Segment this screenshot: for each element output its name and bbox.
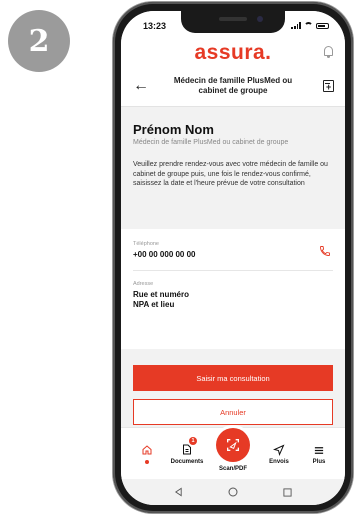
- bell-icon[interactable]: [324, 46, 333, 58]
- scan-fab[interactable]: [216, 428, 250, 462]
- scan-icon: [227, 439, 239, 451]
- step-number-badge: 2: [8, 10, 70, 72]
- provider-info: Prénom Nom Médecin de famille PlusMed ou…: [121, 108, 345, 229]
- tab-home[interactable]: [125, 442, 169, 464]
- scan-label: Scan/PDF: [218, 466, 248, 472]
- brand-bar: assura.: [121, 39, 345, 69]
- status-time: 13:23: [143, 21, 167, 31]
- instructions-text: Veuillez prendre rendez-vous avec votre …: [133, 161, 328, 187]
- tab-documents[interactable]: 1 Documents: [165, 437, 209, 465]
- provider-subtitle: Médecin de famille PlusMed ou cabinet de…: [133, 139, 289, 146]
- menu-icon: [314, 447, 324, 454]
- envois-label: Envois: [269, 459, 289, 465]
- address-line1: Rue et numéro: [133, 290, 190, 299]
- documents-badge: 1: [189, 437, 197, 445]
- home-icon: [142, 445, 152, 455]
- active-dot: [145, 460, 149, 464]
- address-label: Adresse: [133, 281, 154, 287]
- page-title: Médecin de famille PlusMed ou cabinet de…: [173, 76, 293, 95]
- assura-logo: assura.: [194, 41, 272, 64]
- signal-icon: [291, 22, 301, 29]
- nav-home-icon[interactable]: [228, 487, 238, 497]
- documents-label: Documents: [170, 459, 204, 465]
- plus-label: Plus: [312, 459, 326, 465]
- notch: [181, 11, 285, 33]
- address-row: Adresse Rue et numéro NPA et lieu: [133, 271, 333, 310]
- nav-back-icon[interactable]: [174, 487, 183, 497]
- tab-bar: 1 Documents Scan/PDF Envois Plus: [121, 427, 345, 479]
- tab-plus[interactable]: Plus: [297, 442, 341, 465]
- battery-icon: [316, 22, 329, 29]
- back-arrow-icon[interactable]: ←: [133, 78, 149, 94]
- phone-value: +00 00 000 00 00: [133, 250, 196, 259]
- provider-name: Prénom Nom: [133, 122, 214, 137]
- phone-label: Téléphone: [133, 241, 159, 247]
- phone-screen: 13:23 assura. ← Médecin de famille PlusM…: [121, 11, 345, 505]
- tab-envois[interactable]: Envois: [257, 442, 301, 465]
- cancel-button[interactable]: Annuler: [133, 399, 333, 425]
- status-icons: [291, 22, 329, 29]
- address-line2: NPA et lieu: [133, 300, 175, 309]
- contact-section: Téléphone +00 00 000 00 00 Adresse Rue e…: [121, 229, 345, 349]
- system-nav-bar: [121, 479, 345, 505]
- add-document-icon[interactable]: +: [323, 80, 334, 92]
- document-icon: [183, 444, 191, 455]
- send-icon: [273, 444, 285, 456]
- enter-consultation-button[interactable]: Saisir ma consultation: [133, 365, 333, 391]
- wifi-icon: [304, 22, 313, 29]
- phone-frame: 13:23 assura. ← Médecin de famille PlusM…: [113, 2, 353, 513]
- nav-recents-icon[interactable]: [283, 487, 292, 497]
- phone-row: Téléphone +00 00 000 00 00: [133, 241, 333, 271]
- phone-icon[interactable]: [319, 245, 331, 257]
- nav-header: ← Médecin de famille PlusMed ou cabinet …: [121, 69, 345, 107]
